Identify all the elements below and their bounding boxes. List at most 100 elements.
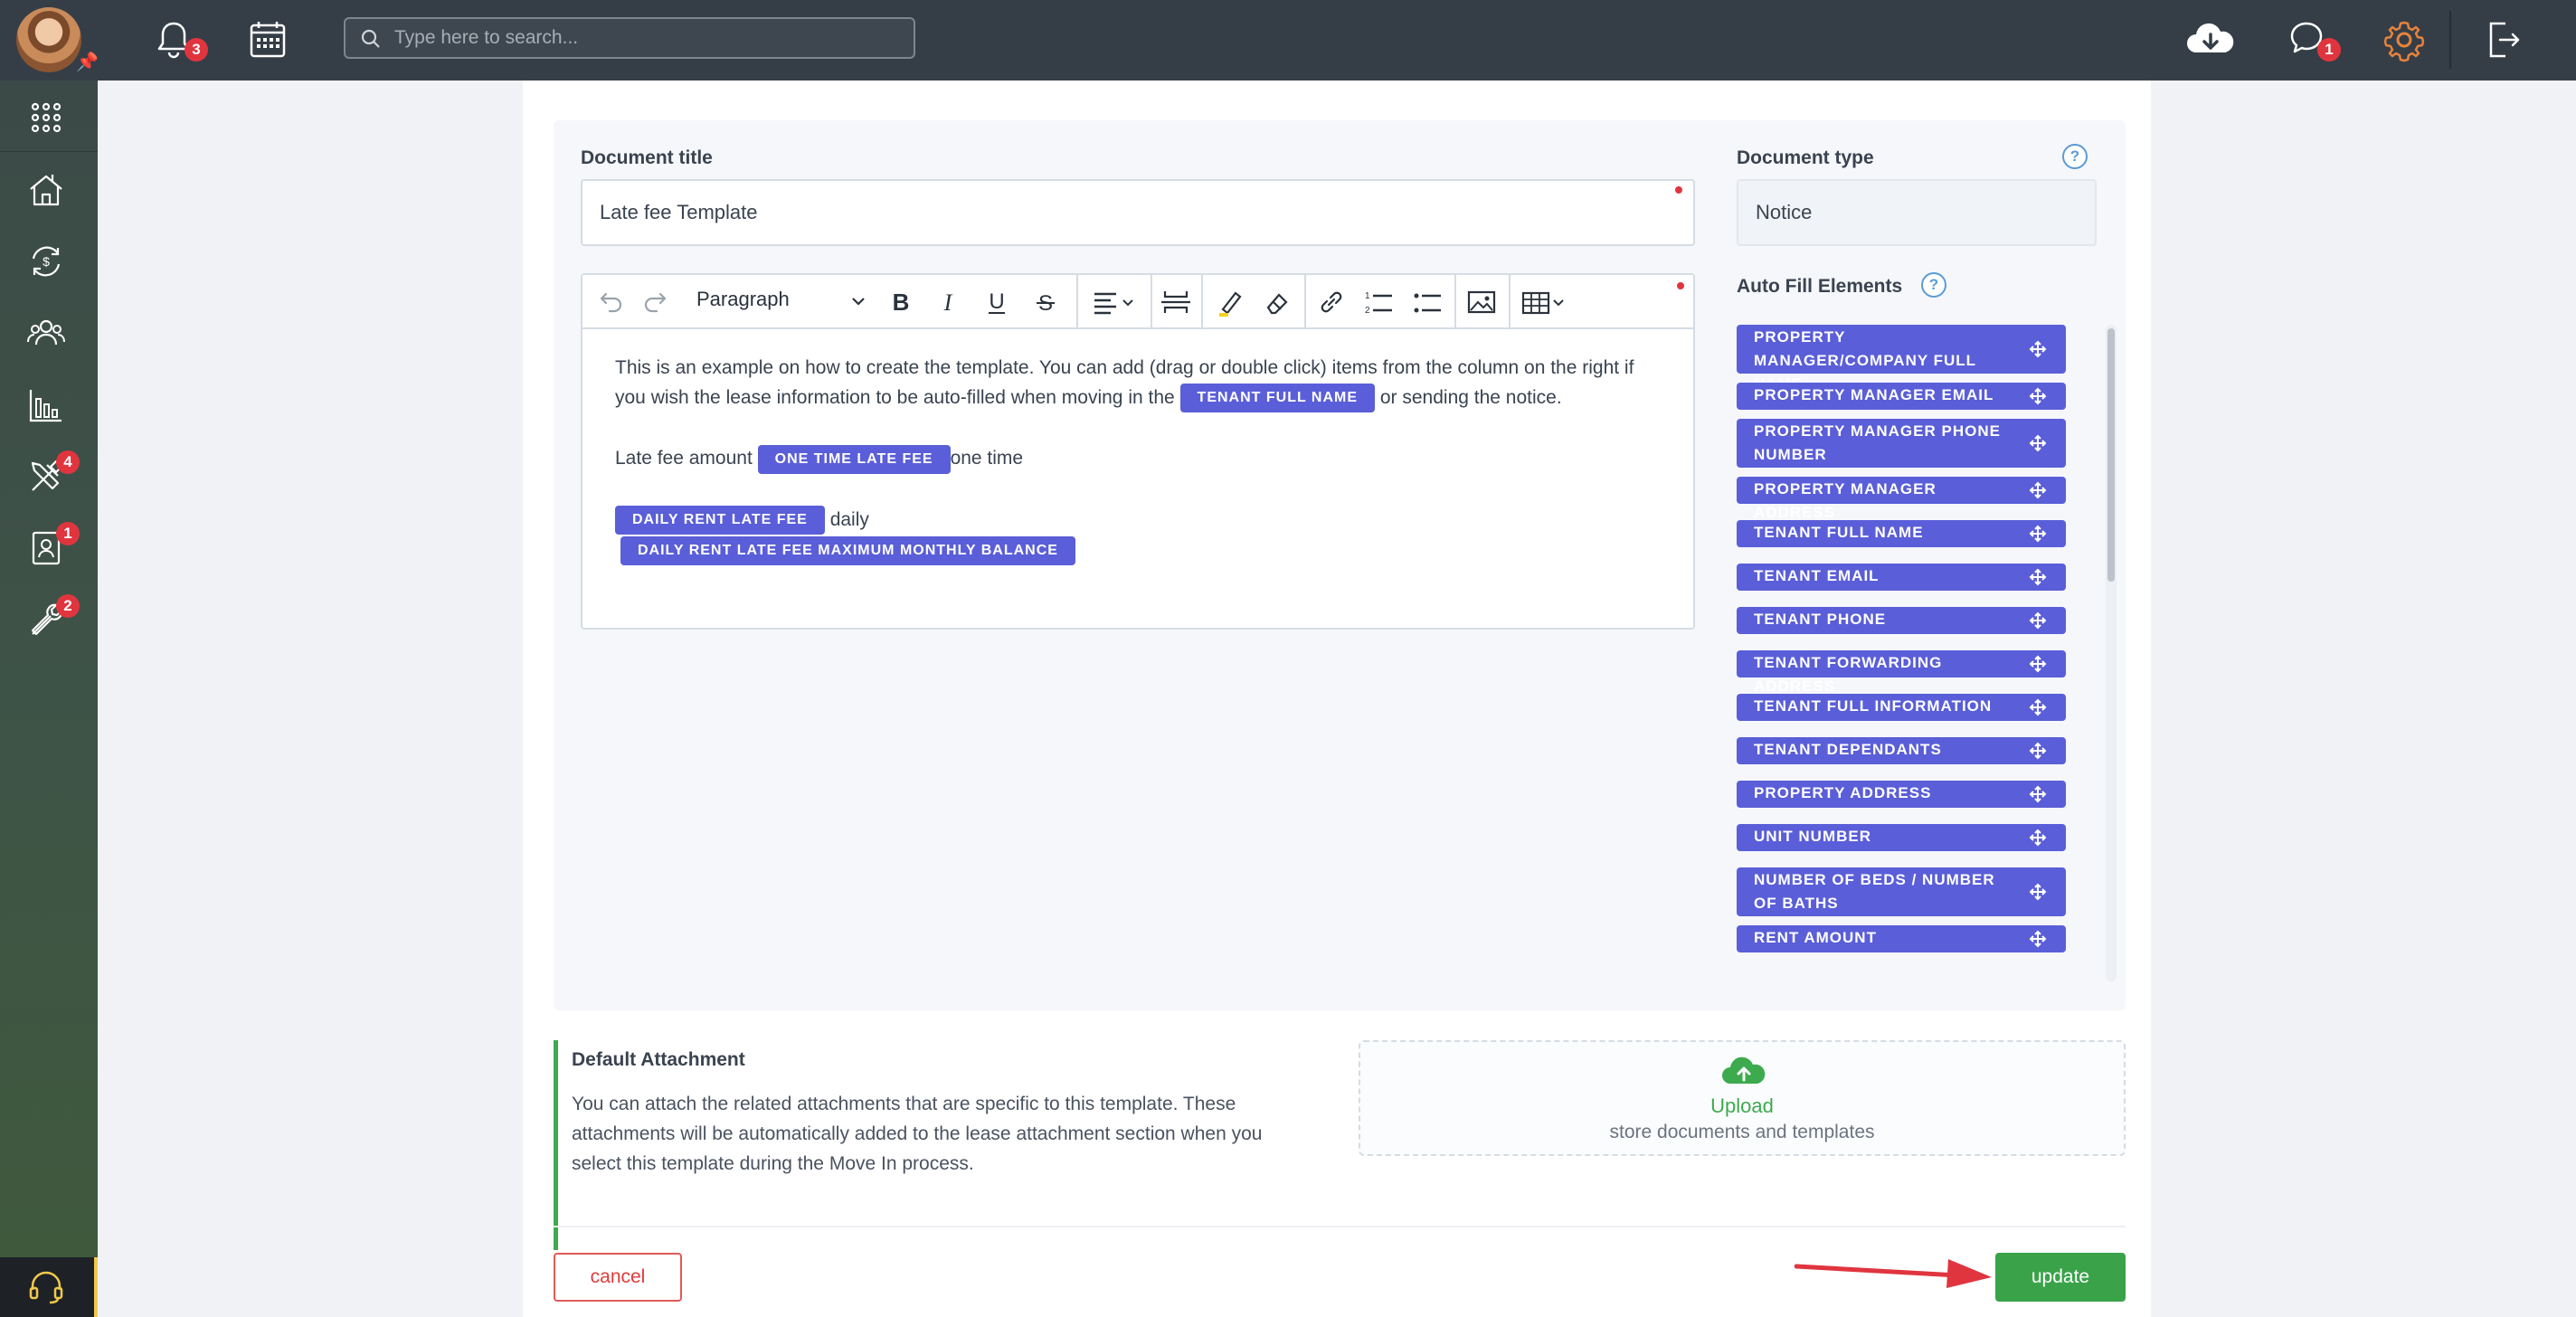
auto-fill-item[interactable]: TENANT PHONE: [1737, 607, 2066, 634]
auto-fill-help-icon[interactable]: ?: [1921, 272, 1946, 298]
cancel-button[interactable]: cancel: [554, 1253, 682, 1302]
support-button[interactable]: [0, 1257, 98, 1317]
auto-fill-item[interactable]: TENANT FULL NAME: [1737, 520, 2066, 547]
calendar-button[interactable]: [244, 16, 291, 63]
placeholder-chip-daily-rent-late-fee-max[interactable]: DAILY RENT LATE FEE MAXIMUM MONTHLY BALA…: [620, 535, 1075, 565]
auto-fill-item[interactable]: PROPERTY MANAGER ADDRESS: [1737, 477, 2066, 521]
notifications-button[interactable]: 3: [150, 16, 208, 63]
sidebar-item-people[interactable]: [0, 296, 98, 367]
strikethrough-button[interactable]: S: [1029, 286, 1062, 318]
drag-move-icon: [2029, 930, 2047, 948]
messages-button[interactable]: 1: [2285, 16, 2341, 63]
placeholder-chip-daily-rent-late-fee[interactable]: DAILY RENT LATE FEE: [615, 506, 825, 535]
auto-fill-item[interactable]: NUMBER OF BEDS / NUMBER OF BATHS: [1737, 867, 2066, 916]
download-button[interactable]: [2183, 16, 2234, 63]
paragraph-late-fee: Late fee amount ONE TIME LATE FEE one tim…: [615, 443, 1664, 474]
auto-fill-list[interactable]: PROPERTY MANAGER/COMPANY FULL NAME PROPE…: [1737, 325, 2080, 981]
drag-move-icon: [2029, 568, 2047, 586]
left-sidebar: $ 4 1 2: [0, 81, 98, 1317]
auto-fill-item[interactable]: TENANT DEPENDANTS: [1737, 737, 2066, 764]
editor-content[interactable]: This is an example on how to create the …: [615, 353, 1664, 565]
auto-fill-item[interactable]: PROPERTY MANAGER/COMPANY FULL NAME: [1737, 325, 2066, 393]
toolbar-separator: [1201, 275, 1203, 327]
gear-icon: [2383, 21, 2425, 62]
sidebar-item-vendors[interactable]: 2: [0, 583, 98, 655]
sidebar-badge-maintenance: 4: [56, 450, 80, 474]
align-button[interactable]: [1091, 286, 1143, 318]
sidebar-item-tenants[interactable]: 1: [0, 511, 98, 583]
auto-fill-item-label: TENANT FORWARDING ADDRESS: [1754, 654, 1943, 695]
paragraph-style-value: Paragraph: [696, 288, 790, 310]
auto-fill-label: Auto Fill Elements: [1737, 276, 1903, 297]
cloud-download-icon: [2187, 23, 2234, 53]
document-type-help-icon[interactable]: ?: [2062, 144, 2088, 169]
undo-button[interactable]: [593, 286, 626, 318]
bold-button[interactable]: B: [885, 286, 917, 318]
svg-text:$: $: [43, 254, 50, 269]
upload-dropzone[interactable]: Upload store documents and templates: [1359, 1040, 2126, 1156]
redo-button[interactable]: [640, 286, 673, 318]
document-type-field[interactable]: Notice: [1737, 179, 2097, 246]
auto-fill-item[interactable]: TENANT FORWARDING ADDRESS: [1737, 650, 2066, 695]
paragraph-style-select[interactable]: Paragraph: [696, 288, 868, 317]
auto-fill-item[interactable]: PROPERTY MANAGER PHONE NUMBER: [1737, 419, 2066, 468]
cloud-upload-icon: [1722, 1056, 1766, 1084]
document-title-label: Document title: [581, 147, 713, 168]
svg-text:U: U: [989, 289, 1004, 314]
sidebar-item-maintenance[interactable]: 4: [0, 440, 98, 511]
settings-button[interactable]: [2381, 16, 2428, 63]
auto-fill-item[interactable]: UNIT NUMBER: [1737, 824, 2066, 851]
auto-fill-item-label: UNIT NUMBER: [1754, 828, 1871, 845]
auto-fill-item[interactable]: RENT AMOUNT: [1737, 925, 2066, 952]
highlight-button[interactable]: [1214, 286, 1246, 318]
toolbar-separator: [1454, 275, 1456, 327]
bullet-list-icon: [1414, 293, 1441, 313]
upload-label[interactable]: Upload: [1360, 1094, 2124, 1118]
sidebar-item-reports[interactable]: [0, 368, 98, 440]
auto-fill-scrollbar-thumb[interactable]: [2107, 328, 2115, 582]
table-icon: [1521, 291, 1564, 315]
daily-text: daily: [829, 508, 869, 530]
auto-fill-item[interactable]: PROPERTY MANAGER EMAIL: [1737, 383, 2066, 410]
image-icon: [1467, 290, 1496, 314]
sidebar-item-apps[interactable]: [0, 81, 98, 152]
insert-table-button[interactable]: [1520, 286, 1572, 318]
headset-icon: [29, 1271, 63, 1304]
search-input[interactable]: [393, 23, 899, 53]
remove-format-button[interactable]: [1261, 286, 1293, 318]
svg-text:I: I: [943, 289, 953, 316]
search-icon: [361, 29, 380, 48]
highlighter-icon: [1219, 291, 1242, 317]
drag-move-icon: [2029, 829, 2047, 847]
search-bar[interactable]: [344, 17, 915, 59]
sidebar-item-properties[interactable]: [0, 153, 98, 224]
link-button[interactable]: [1315, 286, 1348, 318]
drag-move-icon: [2029, 742, 2047, 760]
horizontal-line-button[interactable]: [1160, 286, 1192, 318]
auto-fill-item-label: TENANT FULL NAME: [1754, 524, 1924, 541]
rich-text-editor[interactable]: Paragraph B I U S 1 2 This is an example…: [581, 273, 1695, 630]
insert-image-button[interactable]: [1465, 286, 1498, 318]
toolbar-separator: [1509, 275, 1511, 327]
auto-fill-item[interactable]: TENANT FULL INFORMATION: [1737, 694, 2066, 721]
user-avatar[interactable]: [16, 7, 81, 72]
update-button[interactable]: update: [1995, 1253, 2126, 1302]
logout-button[interactable]: [2478, 16, 2525, 63]
auto-fill-item-label: NUMBER OF BEDS / NUMBER OF BATHS: [1754, 871, 1995, 912]
placeholder-chip-one-time-late-fee[interactable]: ONE TIME LATE FEE: [757, 444, 951, 474]
toolbar-separator: [1151, 275, 1152, 327]
italic-button[interactable]: I: [932, 286, 964, 318]
numbered-list-button[interactable]: 12: [1362, 286, 1395, 318]
drag-move-icon: [2029, 883, 2047, 901]
placeholder-chip-tenant-full-name[interactable]: TENANT FULL NAME: [1179, 384, 1376, 413]
auto-fill-item[interactable]: PROPERTY ADDRESS: [1737, 781, 2066, 808]
auto-fill-item[interactable]: TENANT EMAIL: [1737, 564, 2066, 591]
payments-cycle-icon: $: [32, 246, 61, 277]
document-title-input[interactable]: Late fee Template: [581, 179, 1695, 246]
underline-button[interactable]: U: [980, 286, 1013, 318]
sidebar-item-payments[interactable]: $: [0, 224, 98, 296]
eraser-icon: [1266, 293, 1288, 315]
intro-tail-text: or sending the notice.: [1379, 387, 1562, 408]
toolbar-separator: [1304, 275, 1306, 327]
bullet-list-button[interactable]: [1411, 286, 1444, 318]
